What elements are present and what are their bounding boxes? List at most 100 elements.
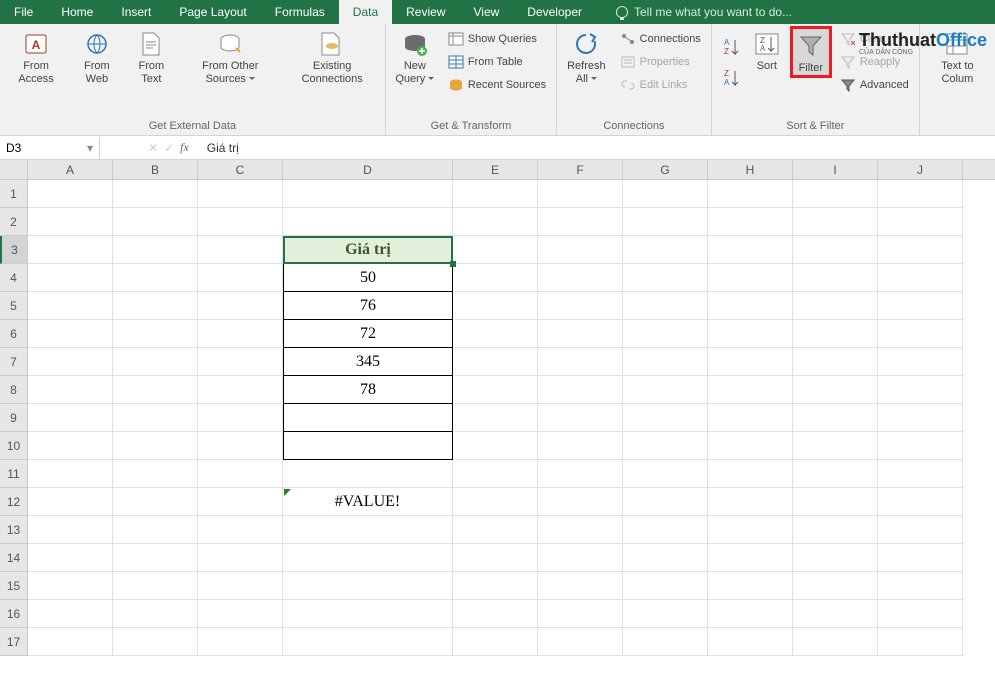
cell-A7[interactable] xyxy=(28,348,113,376)
cell-D8[interactable]: 78 xyxy=(283,376,453,404)
row-header-7[interactable]: 7 xyxy=(0,348,28,376)
cancel-formula-icon[interactable]: ✕ xyxy=(148,141,158,155)
cell-E13[interactable] xyxy=(453,516,538,544)
cell-H3[interactable] xyxy=(708,236,793,264)
cell-H9[interactable] xyxy=(708,404,793,432)
cell-I10[interactable] xyxy=(793,432,878,460)
cell-C1[interactable] xyxy=(198,180,283,208)
cell-F6[interactable] xyxy=(538,320,623,348)
cell-B17[interactable] xyxy=(113,628,198,656)
cell-G11[interactable] xyxy=(623,460,708,488)
tab-insert[interactable]: Insert xyxy=(107,0,165,24)
cell-C17[interactable] xyxy=(198,628,283,656)
cell-H11[interactable] xyxy=(708,460,793,488)
row-header-10[interactable]: 10 xyxy=(0,432,28,460)
cell-C2[interactable] xyxy=(198,208,283,236)
row-header-12[interactable]: 12 xyxy=(0,488,28,516)
cell-J11[interactable] xyxy=(878,460,963,488)
sort-button[interactable]: ZA Sort xyxy=(746,26,788,74)
cell-I1[interactable] xyxy=(793,180,878,208)
cell-H12[interactable] xyxy=(708,488,793,516)
cell-A15[interactable] xyxy=(28,572,113,600)
cell-F3[interactable] xyxy=(538,236,623,264)
cell-G4[interactable] xyxy=(623,264,708,292)
refresh-all-button[interactable]: Refresh All xyxy=(561,26,612,86)
cell-D3[interactable]: Giá trị xyxy=(283,236,453,264)
connections-button[interactable]: Connections xyxy=(614,28,707,50)
cell-F11[interactable] xyxy=(538,460,623,488)
cell-C7[interactable] xyxy=(198,348,283,376)
cell-J2[interactable] xyxy=(878,208,963,236)
cell-A14[interactable] xyxy=(28,544,113,572)
cell-A17[interactable] xyxy=(28,628,113,656)
tab-page-layout[interactable]: Page Layout xyxy=(165,0,260,24)
cell-E2[interactable] xyxy=(453,208,538,236)
cell-B12[interactable] xyxy=(113,488,198,516)
cell-D5[interactable]: 76 xyxy=(283,292,453,320)
cell-A5[interactable] xyxy=(28,292,113,320)
cell-C10[interactable] xyxy=(198,432,283,460)
cell-F17[interactable] xyxy=(538,628,623,656)
cell-C15[interactable] xyxy=(198,572,283,600)
cell-I11[interactable] xyxy=(793,460,878,488)
cell-I14[interactable] xyxy=(793,544,878,572)
cell-C16[interactable] xyxy=(198,600,283,628)
sort-asc-button[interactable]: AZ xyxy=(716,32,744,62)
from-text-button[interactable]: From Text xyxy=(126,26,177,86)
cell-F1[interactable] xyxy=(538,180,623,208)
cell-G6[interactable] xyxy=(623,320,708,348)
cell-C13[interactable] xyxy=(198,516,283,544)
cell-D7[interactable]: 345 xyxy=(283,348,453,376)
cell-F14[interactable] xyxy=(538,544,623,572)
cell-E4[interactable] xyxy=(453,264,538,292)
cell-E14[interactable] xyxy=(453,544,538,572)
cell-A8[interactable] xyxy=(28,376,113,404)
cell-C8[interactable] xyxy=(198,376,283,404)
advanced-filter-button[interactable]: Advanced xyxy=(834,74,915,96)
col-header-E[interactable]: E xyxy=(453,160,538,179)
cell-J7[interactable] xyxy=(878,348,963,376)
cell-I8[interactable] xyxy=(793,376,878,404)
cell-E10[interactable] xyxy=(453,432,538,460)
cell-J8[interactable] xyxy=(878,376,963,404)
cell-E3[interactable] xyxy=(453,236,538,264)
cell-G8[interactable] xyxy=(623,376,708,404)
cell-E15[interactable] xyxy=(453,572,538,600)
formula-bar-input[interactable] xyxy=(199,141,995,155)
col-header-B[interactable]: B xyxy=(113,160,198,179)
cell-E6[interactable] xyxy=(453,320,538,348)
cell-A16[interactable] xyxy=(28,600,113,628)
cell-E11[interactable] xyxy=(453,460,538,488)
cell-B3[interactable] xyxy=(113,236,198,264)
cell-G9[interactable] xyxy=(623,404,708,432)
cell-A1[interactable] xyxy=(28,180,113,208)
row-header-6[interactable]: 6 xyxy=(0,320,28,348)
cell-B13[interactable] xyxy=(113,516,198,544)
col-header-J[interactable]: J xyxy=(878,160,963,179)
cell-F12[interactable] xyxy=(538,488,623,516)
cell-C6[interactable] xyxy=(198,320,283,348)
cell-H4[interactable] xyxy=(708,264,793,292)
cell-B11[interactable] xyxy=(113,460,198,488)
col-header-H[interactable]: H xyxy=(708,160,793,179)
cell-I12[interactable] xyxy=(793,488,878,516)
cell-J5[interactable] xyxy=(878,292,963,320)
cell-A9[interactable] xyxy=(28,404,113,432)
cell-F2[interactable] xyxy=(538,208,623,236)
existing-connections-button[interactable]: Existing Connections xyxy=(283,26,380,86)
cell-D10[interactable] xyxy=(283,432,453,460)
recent-sources-button[interactable]: Recent Sources xyxy=(442,74,552,96)
cell-G14[interactable] xyxy=(623,544,708,572)
cell-F16[interactable] xyxy=(538,600,623,628)
cell-D16[interactable] xyxy=(283,600,453,628)
cell-J13[interactable] xyxy=(878,516,963,544)
cell-I16[interactable] xyxy=(793,600,878,628)
cell-F15[interactable] xyxy=(538,572,623,600)
tab-developer[interactable]: Developer xyxy=(513,0,596,24)
cell-B6[interactable] xyxy=(113,320,198,348)
cell-G1[interactable] xyxy=(623,180,708,208)
select-all-corner[interactable] xyxy=(0,160,28,179)
cell-I15[interactable] xyxy=(793,572,878,600)
enter-formula-icon[interactable]: ✓ xyxy=(164,141,174,155)
cell-G10[interactable] xyxy=(623,432,708,460)
